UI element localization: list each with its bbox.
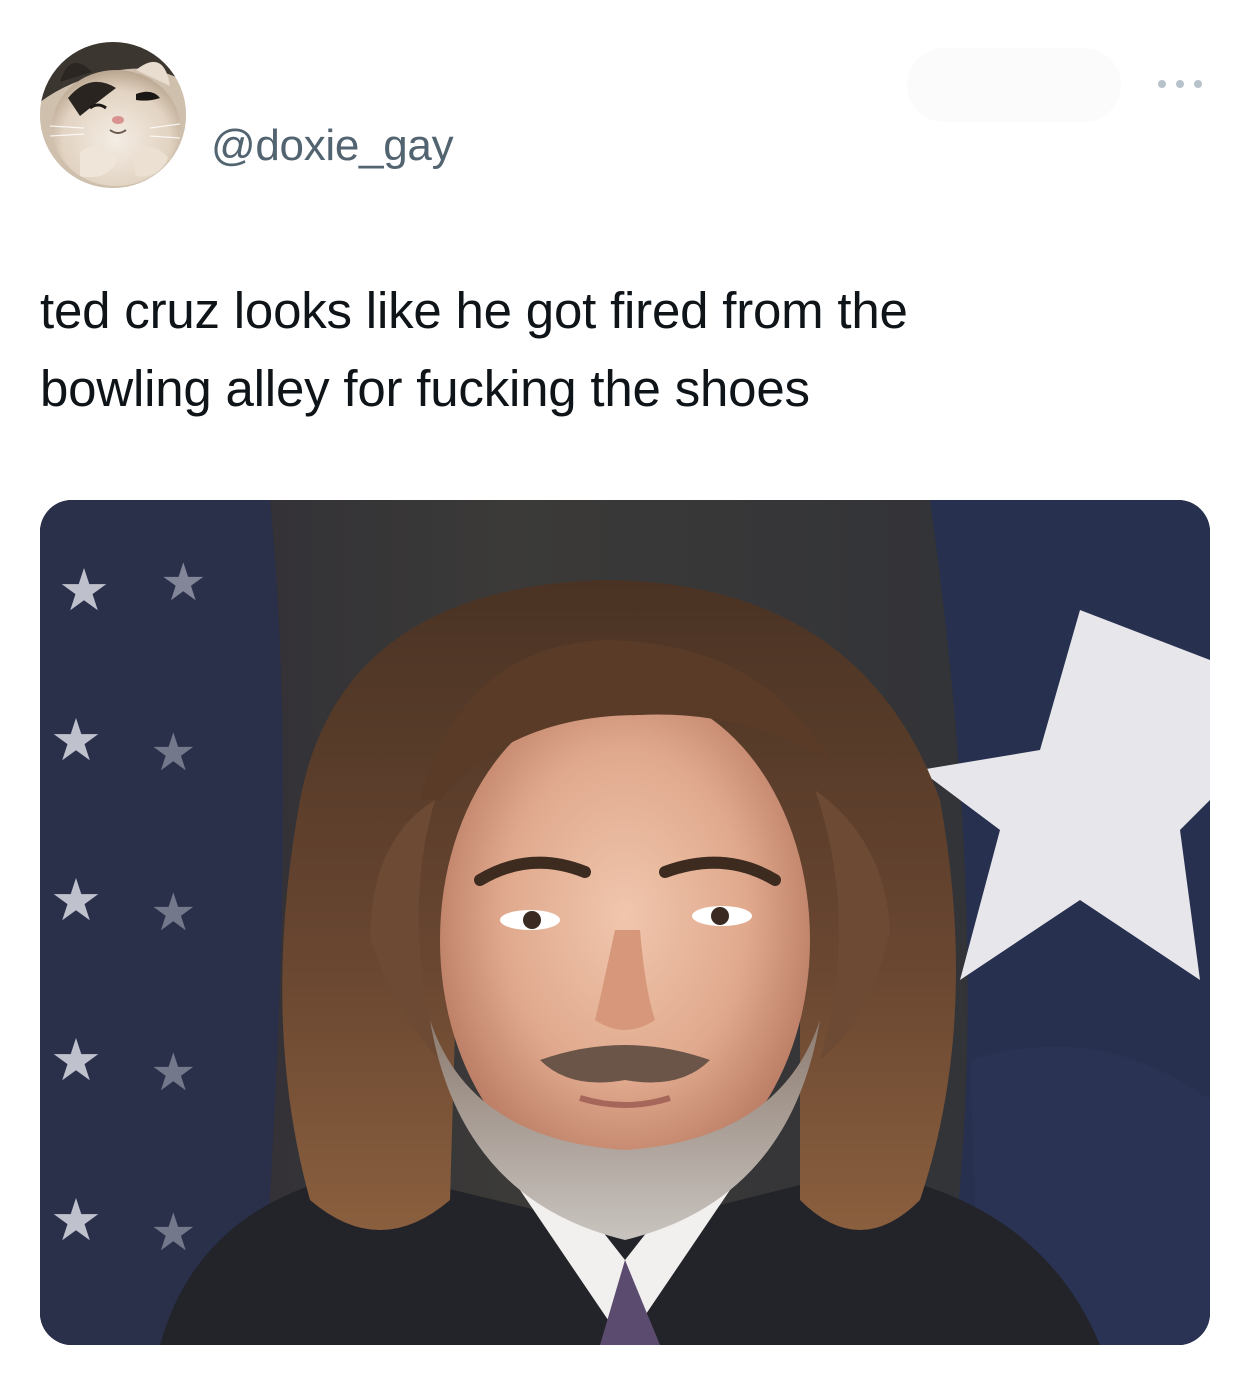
avatar[interactable]	[40, 42, 186, 188]
svg-text:★: ★	[150, 1203, 197, 1263]
cat-avatar-image	[40, 42, 186, 188]
svg-text:★: ★	[58, 556, 110, 624]
more-dot	[1158, 80, 1166, 88]
user-handle[interactable]: @doxie_gay	[211, 120, 454, 172]
svg-text:★: ★	[50, 866, 102, 934]
more-dot	[1194, 80, 1202, 88]
svg-text:★: ★	[50, 1186, 102, 1254]
tweet-text-line: bowling alley for fucking the shoes	[40, 360, 810, 417]
svg-text:★: ★	[50, 1026, 102, 1094]
svg-text:★: ★	[50, 706, 102, 774]
tweet-photo[interactable]: ★ ★ ★ ★ ★ ★ ★ ★ ★ ★	[40, 500, 1210, 1345]
svg-text:★: ★	[160, 553, 207, 613]
more-dot	[1176, 80, 1184, 88]
tweet-text: ted cruz looks like he got fired from th…	[40, 272, 1210, 428]
svg-text:★: ★	[150, 883, 197, 943]
more-horizontal-icon[interactable]	[1150, 64, 1210, 104]
svg-text:★: ★	[150, 723, 197, 783]
portrait-image: ★ ★ ★ ★ ★ ★ ★ ★ ★ ★	[40, 500, 1210, 1345]
tweet-text-line: ted cruz looks like he got fired from th…	[40, 282, 908, 339]
tweet-card: @doxie_gay ted cruz looks like he got fi…	[0, 0, 1249, 1386]
svg-text:★: ★	[150, 1043, 197, 1103]
follow-button[interactable]	[907, 48, 1121, 122]
